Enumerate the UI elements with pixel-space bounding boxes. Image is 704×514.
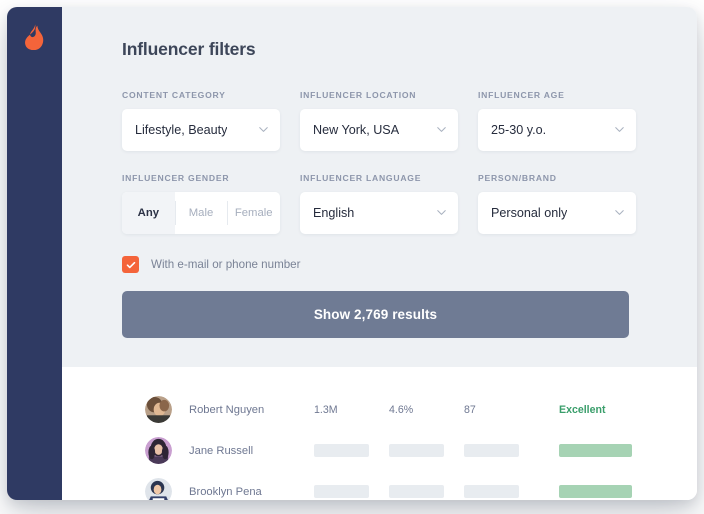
avatar — [145, 396, 172, 423]
main-content: Influencer filters CONTENT CATEGORY Life… — [62, 7, 697, 500]
avatar — [145, 437, 172, 464]
followers-placeholder — [314, 444, 389, 457]
chevron-down-icon — [259, 125, 268, 134]
checkbox-with-contact[interactable]: With e-mail or phone number — [122, 256, 301, 273]
select-influencer-age[interactable]: 25-30 y.o. — [478, 109, 636, 151]
filter-person-brand: PERSON/BRAND Personal only — [478, 173, 636, 234]
checkmark-icon — [122, 256, 139, 273]
segmented-influencer-gender: Any Male Female — [122, 192, 280, 234]
app-window: Influencer filters CONTENT CATEGORY Life… — [7, 7, 697, 500]
table-row[interactable]: Robert Nguyen 1.3M 4.6% 87 Excellent — [145, 389, 662, 430]
rating-placeholder — [559, 444, 632, 457]
filter-influencer-age: INFLUENCER AGE 25-30 y.o. — [478, 90, 636, 151]
chevron-down-icon — [437, 208, 446, 217]
influencer-name: Jane Russell — [189, 444, 254, 457]
engagement-value: 4.6% — [389, 403, 414, 416]
skeleton-bar — [314, 444, 369, 457]
filter-label-influencer-age: INFLUENCER AGE — [478, 90, 565, 100]
filter-influencer-gender: INFLUENCER GENDER Any Male Female — [122, 173, 280, 234]
score-placeholder — [464, 485, 559, 498]
filter-label-influencer-location: INFLUENCER LOCATION — [300, 90, 417, 100]
influencer-filters-panel: Influencer filters CONTENT CATEGORY Life… — [62, 7, 697, 367]
select-person-brand[interactable]: Personal only — [478, 192, 636, 234]
show-results-button[interactable]: Show 2,769 results — [122, 291, 629, 338]
filter-label-person-brand: PERSON/BRAND — [478, 173, 557, 183]
select-person-brand-value: Personal only — [491, 206, 568, 220]
influencer-name: Robert Nguyen — [189, 403, 265, 416]
score-value: 87 — [464, 403, 476, 416]
select-content-category[interactable]: Lifestyle, Beauty — [122, 109, 280, 151]
segment-male[interactable]: Male — [174, 192, 228, 234]
segment-female[interactable]: Female — [227, 192, 280, 234]
results-list: Robert Nguyen 1.3M 4.6% 87 Excellent Jan… — [62, 367, 697, 500]
flame-icon[interactable] — [22, 24, 46, 50]
skeleton-bar — [389, 444, 444, 457]
filter-content-category: CONTENT CATEGORY Lifestyle, Beauty — [122, 90, 280, 151]
filter-row-1: CONTENT CATEGORY Lifestyle, Beauty INFLU… — [122, 90, 662, 151]
followers-placeholder — [314, 485, 389, 498]
sidebar — [7, 7, 62, 500]
select-influencer-language[interactable]: English — [300, 192, 458, 234]
filter-influencer-location: INFLUENCER LOCATION New York, USA — [300, 90, 458, 151]
chevron-down-icon — [615, 208, 624, 217]
select-influencer-location[interactable]: New York, USA — [300, 109, 458, 151]
checkbox-label: With e-mail or phone number — [151, 258, 301, 271]
filter-label-content-category: CONTENT CATEGORY — [122, 90, 226, 100]
skeleton-bar — [389, 485, 444, 498]
page-title: Influencer filters — [122, 39, 256, 59]
segment-any[interactable]: Any — [122, 192, 175, 234]
filter-label-influencer-language: INFLUENCER LANGUAGE — [300, 173, 422, 183]
influencer-name: Brooklyn Pena — [189, 485, 262, 498]
select-influencer-language-value: English — [313, 206, 355, 220]
engagement-placeholder — [389, 485, 464, 498]
skeleton-bar — [314, 485, 369, 498]
filter-row-2: INFLUENCER GENDER Any Male Female INFLUE… — [122, 173, 662, 234]
filter-label-influencer-gender: INFLUENCER GENDER — [122, 173, 230, 183]
skeleton-bar — [464, 444, 519, 457]
skeleton-bar — [464, 485, 519, 498]
score-placeholder — [464, 444, 559, 457]
followers-value: 1.3M — [314, 403, 338, 416]
avatar — [145, 478, 172, 500]
rating-placeholder — [559, 485, 632, 498]
select-content-category-value: Lifestyle, Beauty — [135, 123, 228, 137]
status-badge: Excellent — [559, 403, 606, 416]
chevron-down-icon — [615, 125, 624, 134]
engagement-placeholder — [389, 444, 464, 457]
table-row[interactable]: Brooklyn Pena — [145, 471, 662, 500]
filter-influencer-language: INFLUENCER LANGUAGE English — [300, 173, 458, 234]
table-row[interactable]: Jane Russell — [145, 430, 662, 471]
select-influencer-location-value: New York, USA — [313, 123, 400, 137]
chevron-down-icon — [437, 125, 446, 134]
select-influencer-age-value: 25-30 y.o. — [491, 123, 547, 137]
